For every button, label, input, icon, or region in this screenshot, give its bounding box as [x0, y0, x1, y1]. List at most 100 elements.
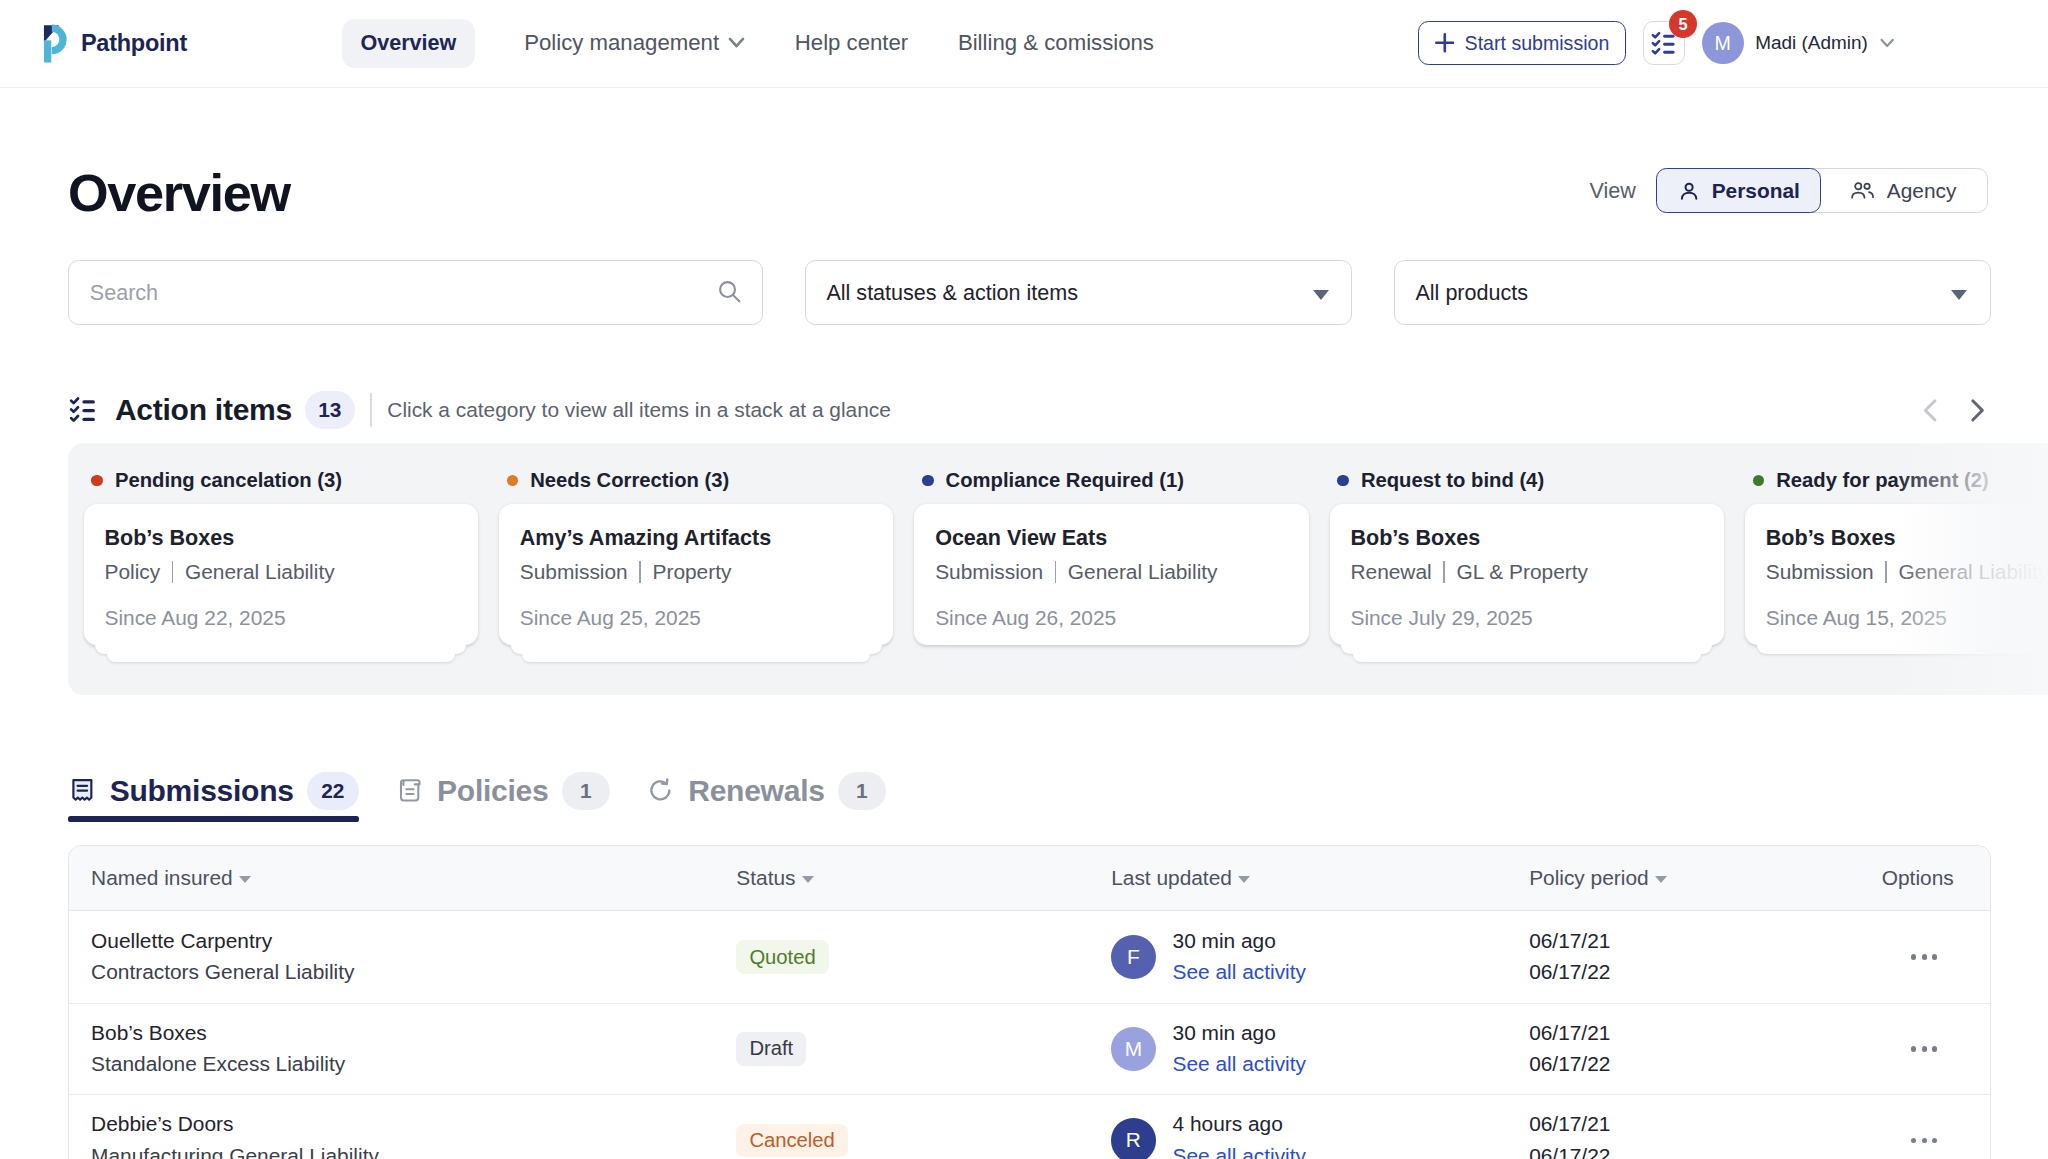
view-toggle: View Personal Agency	[1590, 168, 1988, 212]
divider	[370, 393, 371, 427]
action-category-pending-cancelation: Pending cancelation (3) Bob’s Boxes Poli…	[84, 443, 478, 662]
caret-down-icon	[1951, 290, 1967, 300]
ellipsis-icon[interactable]	[1911, 1138, 1937, 1143]
action-items-count-badge: 13	[305, 391, 355, 429]
tab-submissions[interactable]: Submissions 22	[68, 772, 359, 822]
divider	[639, 561, 640, 583]
view-personal-button[interactable]: Personal	[1656, 168, 1821, 213]
action-items-cards: Pending cancelation (3) Bob’s Boxes Poli…	[84, 443, 2048, 662]
nav-item-help-center[interactable]: Help center	[795, 30, 908, 56]
status-badge: Quoted	[736, 940, 828, 973]
submissions-icon	[68, 776, 97, 805]
action-card[interactable]: Bob’s Boxes RenewalGL & Property Since J…	[1330, 504, 1724, 645]
notification-badge: 5	[1669, 10, 1696, 37]
user-menu[interactable]: M Madi (Admin)	[1702, 22, 1894, 64]
action-category-needs-correction: Needs Correction (3) Amy’s Amazing Artif…	[499, 443, 893, 662]
renewals-icon	[646, 776, 675, 805]
action-items-icon	[68, 395, 98, 425]
filter-bar: All statuses & action items All products	[68, 260, 1991, 325]
see-all-activity-link[interactable]: See all activity	[1173, 1142, 1306, 1159]
view-label: View	[1590, 178, 1636, 204]
chevron-left-icon[interactable]	[1917, 396, 1946, 425]
card-stack-layer	[1353, 654, 1700, 662]
view-agency-button[interactable]: Agency	[1820, 169, 1987, 211]
category-label: Request to bind (4)	[1337, 469, 1724, 492]
action-items-header: Action items 13 Click a category to view…	[68, 389, 1991, 431]
action-category-compliance-required: Compliance Required (1) Ocean View Eats …	[914, 443, 1308, 662]
sort-caret-icon	[1655, 876, 1667, 883]
card-stack-layer	[107, 654, 454, 662]
category-label: Pending cancelation (3)	[91, 469, 478, 492]
divider	[172, 561, 173, 583]
status-filter-select[interactable]: All statuses & action items	[805, 260, 1352, 325]
sort-caret-icon	[239, 876, 251, 883]
chevron-down-icon	[1880, 38, 1894, 48]
action-category-request-to-bind: Request to bind (4) Bob’s Boxes RenewalG…	[1330, 443, 1724, 662]
table-row[interactable]: Bob’s Boxes Standalone Excess Liability …	[69, 1003, 1990, 1094]
plus-icon	[1435, 33, 1455, 53]
avatar: R	[1111, 1118, 1155, 1159]
column-named-insured[interactable]: Named insured	[69, 866, 714, 890]
top-nav: Pathpoint Overview Policy management Hel…	[0, 0, 2048, 88]
category-dot	[91, 475, 103, 487]
chevron-right-icon[interactable]	[1962, 396, 1991, 425]
column-policy-period[interactable]: Policy period	[1507, 866, 1860, 890]
chevron-down-icon	[728, 37, 745, 49]
start-submission-button[interactable]: Start submission	[1418, 21, 1626, 65]
pathpoint-logo-icon	[42, 24, 69, 63]
status-badge: Draft	[736, 1032, 806, 1065]
page-title: Overview	[68, 163, 290, 223]
people-icon	[1850, 180, 1875, 201]
submissions-table: Named insured Status Last updated Policy…	[68, 845, 1991, 1159]
avatar: M	[1111, 1027, 1155, 1071]
tasks-button[interactable]: 5	[1643, 21, 1685, 65]
see-all-activity-link[interactable]: See all activity	[1173, 958, 1306, 987]
right-fade-overlay	[1894, 443, 2048, 695]
avatar: F	[1111, 935, 1155, 979]
table-row[interactable]: Debbie’s Doors Manufacturing General Lia…	[69, 1094, 1990, 1159]
sort-caret-icon	[1238, 876, 1250, 883]
sort-caret-icon	[802, 876, 814, 883]
tab-count-badge: 22	[307, 772, 359, 810]
divider	[1443, 561, 1444, 583]
action-card[interactable]: Ocean View Eats SubmissionGeneral Liabil…	[914, 504, 1308, 645]
list-tabs: Submissions 22 Policies 1 Renewals	[68, 772, 886, 822]
category-dot	[507, 475, 519, 487]
tab-count-badge: 1	[838, 772, 886, 810]
card-stack-layer	[522, 654, 869, 662]
action-card[interactable]: Bob’s Boxes PolicyGeneral Liability Sinc…	[84, 504, 478, 645]
carousel-pager	[1917, 396, 1990, 425]
action-items-strip: Pending cancelation (3) Bob’s Boxes Poli…	[68, 443, 2048, 695]
search-box	[68, 260, 763, 325]
person-icon	[1678, 180, 1700, 202]
category-label: Needs Correction (3)	[507, 469, 894, 492]
nav-item-billing-comissions[interactable]: Billing & comissions	[958, 30, 1154, 56]
category-dot	[1753, 475, 1765, 487]
card-stack-layer	[511, 645, 882, 654]
overview-page: Pathpoint Overview Policy management Hel…	[0, 0, 2048, 1159]
column-options: Options	[1860, 866, 1996, 890]
status-badge: Canceled	[736, 1124, 848, 1157]
column-last-updated[interactable]: Last updated	[1089, 866, 1507, 890]
action-items-title: Action items	[115, 393, 292, 427]
table-row[interactable]: Ouellette Carpentry Contractors General …	[69, 911, 1990, 1002]
search-input[interactable]	[68, 260, 763, 325]
action-card[interactable]: Amy’s Amazing Artifacts SubmissionProper…	[499, 504, 893, 645]
nav-item-policy-management[interactable]: Policy management	[524, 30, 745, 56]
policies-icon	[395, 776, 424, 805]
category-label: Compliance Required (1)	[922, 469, 1309, 492]
column-status[interactable]: Status	[714, 866, 1089, 890]
user-name: Madi (Admin)	[1755, 32, 1868, 54]
nav-item-overview[interactable]: Overview	[342, 19, 474, 69]
category-dot	[922, 475, 934, 487]
category-dot	[1337, 475, 1349, 487]
tab-policies[interactable]: Policies 1	[395, 772, 610, 822]
ellipsis-icon[interactable]	[1911, 1046, 1937, 1051]
see-all-activity-link[interactable]: See all activity	[1173, 1050, 1306, 1079]
brand[interactable]: Pathpoint	[42, 24, 342, 63]
tab-renewals[interactable]: Renewals 1	[646, 772, 886, 822]
product-filter-select[interactable]: All products	[1394, 260, 1991, 325]
ellipsis-icon[interactable]	[1911, 954, 1937, 959]
brand-name: Pathpoint	[81, 30, 187, 57]
primary-nav: Overview Policy management Help center B…	[342, 19, 1154, 69]
